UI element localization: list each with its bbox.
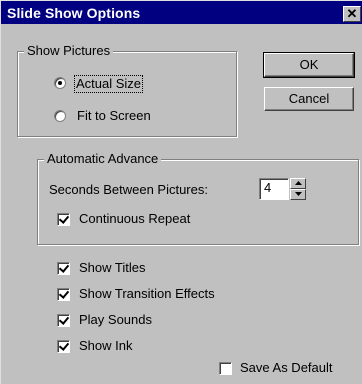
show-ink-label[interactable]: Show Ink bbox=[79, 338, 132, 354]
spin-down-button[interactable] bbox=[290, 189, 306, 200]
save-as-default-checkbox[interactable] bbox=[219, 362, 232, 375]
seconds-between-pictures-label: Seconds Between Pictures: bbox=[49, 182, 208, 197]
play-sounds-checkbox[interactable] bbox=[57, 314, 70, 327]
show-titles-label[interactable]: Show Titles bbox=[79, 260, 145, 276]
automatic-advance-group: Automatic Advance bbox=[37, 151, 359, 245]
fit-to-screen-label[interactable]: Fit to Screen bbox=[77, 108, 151, 124]
show-transition-effects-checkbox[interactable] bbox=[57, 288, 70, 301]
show-ink-checkbox[interactable] bbox=[57, 340, 70, 353]
close-button[interactable]: ✕ bbox=[343, 6, 361, 22]
fit-to-screen-radio[interactable] bbox=[54, 110, 66, 122]
continuous-repeat-label[interactable]: Continuous Repeat bbox=[79, 211, 190, 227]
show-titles-checkbox[interactable] bbox=[57, 262, 70, 275]
show-pictures-group-label: Show Pictures bbox=[24, 43, 114, 59]
spin-up-button[interactable] bbox=[290, 178, 306, 189]
title-bar[interactable]: Slide Show Options ✕ bbox=[1, 1, 362, 25]
show-transition-effects-label[interactable]: Show Transition Effects bbox=[79, 286, 215, 302]
save-as-default-label[interactable]: Save As Default bbox=[240, 360, 333, 376]
slide-show-options-dialog: Slide Show Options ✕ Show Pictures Actua… bbox=[0, 0, 362, 384]
actual-size-radio[interactable] bbox=[54, 77, 66, 89]
ok-button[interactable]: OK bbox=[263, 52, 355, 78]
spin-down-icon bbox=[295, 192, 302, 196]
seconds-spinner bbox=[290, 178, 306, 200]
cancel-button[interactable]: Cancel bbox=[264, 87, 354, 111]
seconds-input[interactable]: 4 bbox=[259, 178, 289, 200]
play-sounds-label[interactable]: Play Sounds bbox=[79, 312, 152, 328]
automatic-advance-group-label: Automatic Advance bbox=[44, 151, 162, 167]
show-pictures-group: Show Pictures bbox=[17, 43, 237, 137]
spin-up-icon bbox=[295, 181, 302, 185]
continuous-repeat-checkbox[interactable] bbox=[57, 213, 70, 226]
close-icon: ✕ bbox=[346, 6, 358, 21]
window-title: Slide Show Options bbox=[7, 5, 141, 21]
actual-size-label[interactable]: Actual Size bbox=[74, 75, 144, 93]
